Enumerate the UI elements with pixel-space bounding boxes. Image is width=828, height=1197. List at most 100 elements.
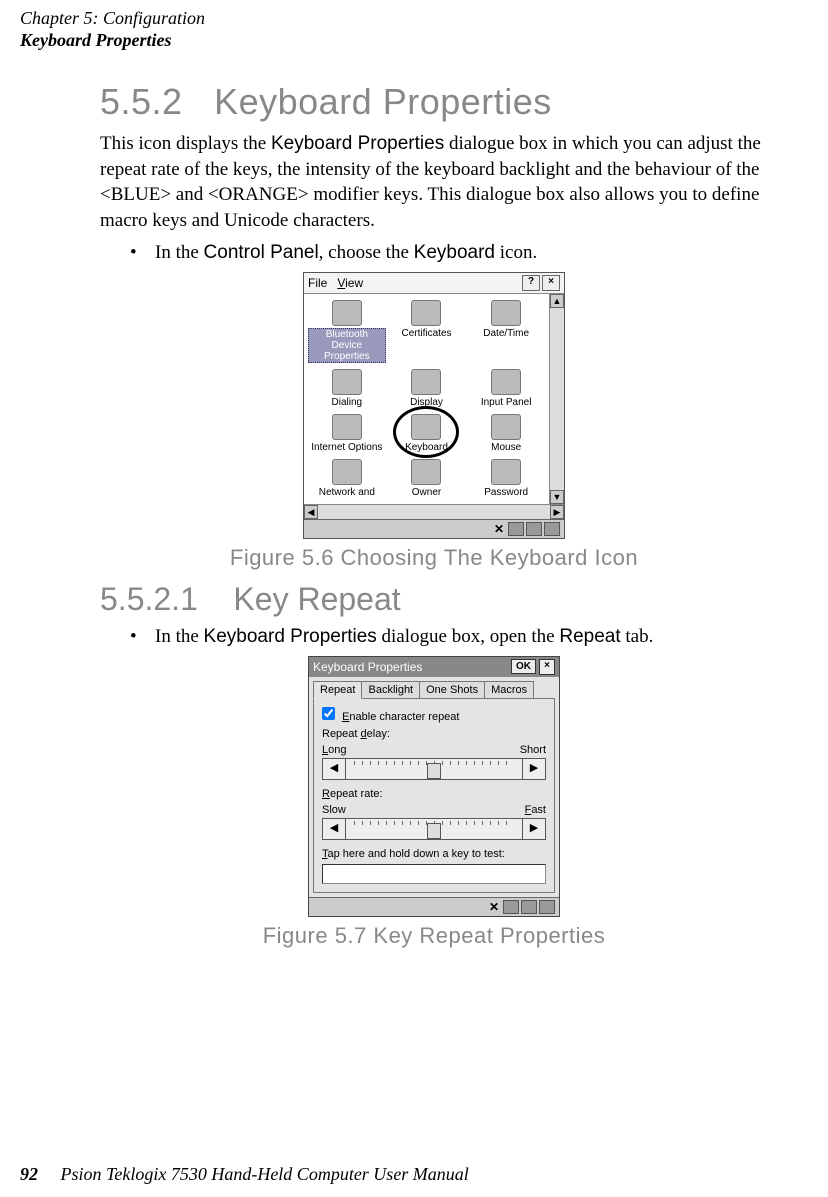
tray-icon[interactable] xyxy=(539,900,555,914)
cp-item-internet-options[interactable]: Internet Options xyxy=(308,412,386,455)
enable-repeat-row: Enable character repeat xyxy=(322,707,546,728)
tray-icon[interactable] xyxy=(508,522,524,536)
menu-view[interactable]: View xyxy=(337,276,363,290)
cp-item-label: Owner xyxy=(388,487,466,498)
cp-item-network-and[interactable]: Network and xyxy=(308,457,386,500)
repeat-delay-label: Repeat delay: xyxy=(322,728,546,740)
footer-text: Psion Teklogix 7530 Hand-Held Computer U… xyxy=(61,1164,469,1184)
rate-fast-label: Fast xyxy=(525,804,546,816)
repeat-rate-label: Repeat rate: xyxy=(322,788,546,800)
tab-macros[interactable]: Macros xyxy=(484,681,534,698)
heading-number: 5.5.2.1 xyxy=(100,581,198,617)
chapter-label: Chapter 5: Configuration xyxy=(20,8,808,30)
menu-file[interactable]: File xyxy=(308,276,327,290)
repeat-rate-slider[interactable]: ◀ ▶ xyxy=(322,818,546,840)
cp-item-label: Certificates xyxy=(388,328,466,339)
cp-item-keyboard[interactable]: Keyboard xyxy=(388,412,466,455)
vertical-scrollbar[interactable]: ▲ ▼ xyxy=(549,294,564,504)
cp-item-label: Mouse xyxy=(467,442,545,453)
cp-item-mouse[interactable]: Mouse xyxy=(467,412,545,455)
slider-track[interactable] xyxy=(346,758,522,780)
help-button[interactable]: ? xyxy=(522,275,540,291)
tray-close-icon[interactable]: ✕ xyxy=(487,900,501,914)
cp-item-owner[interactable]: Owner xyxy=(388,457,466,500)
certificates-icon xyxy=(411,300,441,326)
slider-left-icon[interactable]: ◀ xyxy=(322,758,346,780)
tray-close-icon[interactable]: ✕ xyxy=(492,522,506,536)
tray-icon[interactable] xyxy=(544,522,560,536)
tray-icon[interactable] xyxy=(503,900,519,914)
network-and-icon xyxy=(332,459,362,485)
mouse-icon xyxy=(491,414,521,440)
scroll-track[interactable] xyxy=(550,308,564,490)
dialog-titlebar: Keyboard Properties OK × xyxy=(309,657,559,677)
slider-right-icon[interactable]: ▶ xyxy=(522,758,546,780)
cp-item-label: Keyboard xyxy=(388,442,466,453)
cp-item-label: Dialing xyxy=(308,397,386,408)
figure-5-7-caption: Figure 5.7 Key Repeat Properties xyxy=(100,923,768,949)
cp-item-dialing[interactable]: Dialing xyxy=(308,367,386,410)
page-number: 92 xyxy=(20,1164,38,1184)
tray-icon[interactable] xyxy=(526,522,542,536)
slider-thumb[interactable] xyxy=(427,763,441,779)
heading-5-5-2-1: 5.5.2.1 Key Repeat xyxy=(100,581,768,618)
tray-icon[interactable] xyxy=(521,900,537,914)
bullet-open-repeat-tab: In the Keyboard Properties dialogue box,… xyxy=(130,626,768,648)
dialog-title: Keyboard Properties xyxy=(313,660,422,674)
scroll-track-h[interactable] xyxy=(318,505,550,519)
cp-item-date-time[interactable]: Date/Time xyxy=(467,298,545,365)
cp-item-bluetooth-device-properties[interactable]: Bluetooth Device Properties xyxy=(308,298,386,365)
tab-one-shots[interactable]: One Shots xyxy=(419,681,485,698)
cp-item-input-panel[interactable]: Input Panel xyxy=(467,367,545,410)
bullet-choose-keyboard: In the Control Panel, choose the Keyboar… xyxy=(130,242,768,264)
cp-item-label: Password xyxy=(467,487,545,498)
control-panel-grid: Bluetooth Device PropertiesCertificatesD… xyxy=(304,294,549,504)
keyboard-icon xyxy=(411,414,441,440)
slider-track[interactable] xyxy=(346,818,522,840)
heading-number: 5.5.2 xyxy=(100,81,183,122)
figure-5-6-caption: Figure 5.6 Choosing The Keyboard Icon xyxy=(100,545,768,571)
cp-item-display[interactable]: Display xyxy=(388,367,466,410)
scroll-left-icon[interactable]: ◀ xyxy=(304,505,318,519)
date-time-icon xyxy=(491,300,521,326)
slider-thumb[interactable] xyxy=(427,823,441,839)
control-panel-menubar: File View ? × xyxy=(304,273,564,294)
display-icon xyxy=(411,369,441,395)
slider-right-icon[interactable]: ▶ xyxy=(522,818,546,840)
input-panel-icon xyxy=(491,369,521,395)
keyboard-properties-dialog: Keyboard Properties OK × RepeatBacklight… xyxy=(308,656,560,917)
test-input[interactable] xyxy=(322,864,546,884)
taskbar: ✕ xyxy=(304,519,564,538)
repeat-delay-slider[interactable]: ◀ ▶ xyxy=(322,758,546,780)
cp-item-certificates[interactable]: Certificates xyxy=(388,298,466,365)
taskbar: ✕ xyxy=(309,897,559,916)
delay-long-label: Long xyxy=(322,744,346,756)
tab-repeat[interactable]: Repeat xyxy=(313,681,362,699)
horizontal-scrollbar[interactable]: ◀ ▶ xyxy=(304,504,564,519)
enable-repeat-label: Enable character repeat xyxy=(342,711,459,723)
cp-item-password[interactable]: Password xyxy=(467,457,545,500)
heading-title: Key Repeat xyxy=(233,581,400,617)
scroll-down-icon[interactable]: ▼ xyxy=(550,490,564,504)
tab-backlight[interactable]: Backlight xyxy=(361,681,420,698)
scroll-right-icon[interactable]: ▶ xyxy=(550,505,564,519)
page-footer: 92 Psion Teklogix 7530 Hand-Held Compute… xyxy=(20,1164,808,1185)
close-button[interactable]: × xyxy=(542,275,560,291)
cp-item-label: Input Panel xyxy=(467,397,545,408)
bluetooth-device-properties-icon xyxy=(332,300,362,326)
dialing-icon xyxy=(332,369,362,395)
internet-options-icon xyxy=(332,414,362,440)
ok-button[interactable]: OK xyxy=(511,659,536,674)
control-panel-window: File View ? × Bluetooth Device Propertie… xyxy=(303,272,565,539)
page-header: Chapter 5: Configuration Keyboard Proper… xyxy=(0,0,828,51)
test-label: Tap here and hold down a key to test: xyxy=(322,848,546,860)
close-button[interactable]: × xyxy=(539,659,555,675)
scroll-up-icon[interactable]: ▲ xyxy=(550,294,564,308)
rate-slow-label: Slow xyxy=(322,804,346,816)
cp-item-label: Date/Time xyxy=(467,328,545,339)
slider-left-icon[interactable]: ◀ xyxy=(322,818,346,840)
password-icon xyxy=(491,459,521,485)
delay-short-label: Short xyxy=(520,744,546,756)
cp-item-label: Network and xyxy=(308,487,386,498)
enable-repeat-checkbox[interactable] xyxy=(322,707,335,720)
